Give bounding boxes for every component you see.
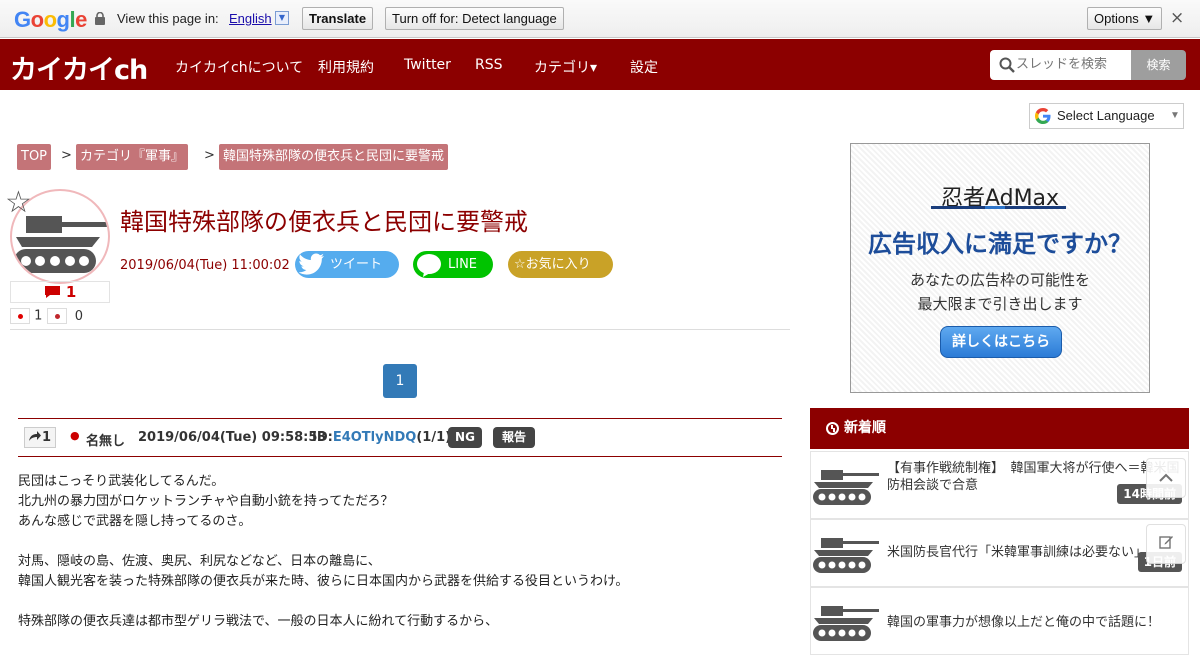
nav-about[interactable]: カイカイchについて [175, 57, 303, 77]
ad-subtext-line2: 最大限まで引き出します [917, 295, 1083, 313]
google-g-icon [1035, 108, 1051, 124]
post-id-block: ID:E4OTlyNDQ(1/1) [312, 430, 451, 445]
new-threads-heading-label: 新着順 [844, 420, 886, 436]
google-logo: Google [14, 7, 87, 33]
turn-off-button[interactable]: Turn off for: Detect language [385, 7, 564, 30]
sidebar-thread-title: 韓国の軍事力が想像以上だと俺の中で話題に！ [887, 615, 1161, 630]
compose-button[interactable] [1146, 524, 1186, 564]
google-logo-letter: g [56, 7, 70, 32]
post-header: 1 ● 名無し 2019/06/04(Tue) 09:58:53 ID:E4OT… [18, 418, 782, 457]
line-button[interactable]: LINE [413, 251, 493, 278]
line-icon [417, 254, 441, 277]
post-dot-icon: ● [70, 429, 80, 442]
pagination-current-page[interactable]: 1 [383, 364, 417, 398]
post-id-count: (1/1) [416, 430, 452, 445]
comment-count-value: 1 [65, 283, 77, 301]
post-id-label: ID: [312, 430, 333, 445]
tank-icon [813, 606, 879, 641]
select-language-dropdown[interactable]: Select Language ▼ [1029, 103, 1184, 129]
breadcrumb-category[interactable]: カテゴリ『軍事』 [76, 144, 189, 170]
post-line: 特殊部隊の便衣兵達は都市型ゲリラ戦法で、一般の日本人に紛れて行動するから、 [18, 614, 499, 629]
tank-icon [813, 538, 879, 573]
search-icon [999, 57, 1015, 73]
japan-flag-icon [10, 308, 30, 324]
breadcrumb-separator: > [61, 148, 72, 163]
post-date: 2019/06/04(Tue) 09:58:53 [138, 430, 327, 445]
comment-icon [44, 286, 60, 298]
view-page-in-label: View this page in: [117, 11, 219, 26]
tweet-label: ツイート [330, 257, 383, 272]
ad-headline: 広告収入に満足ですか？ [868, 230, 1132, 258]
options-button[interactable]: Options ▼ [1087, 7, 1163, 30]
sidebar-thread-item[interactable]: 【有事作戦統制権】 韓国軍大将が行使へ＝韓米国防相会談で合意 14時間前 [810, 451, 1189, 519]
nav-rss[interactable]: RSS [475, 57, 503, 73]
comment-count: 1 [10, 281, 110, 303]
tank-icon [813, 470, 879, 505]
language-link[interactable]: English [229, 11, 272, 26]
ad-subtext: あなたの広告枠の可能性を 最大限まで引き出します [851, 268, 1149, 316]
post-number: 1 [42, 430, 52, 445]
select-language-label: Select Language [1057, 108, 1155, 123]
sidebar-thread-item[interactable]: 韓国の軍事力が想像以上だと俺の中で話題に！ [810, 587, 1189, 655]
thread-date: 2019/06/04(Tue) 11:00:02 [120, 258, 290, 273]
post-line: 北九州の暴力団がロケットランチャや自動小銃を持ってただろ？ [18, 494, 394, 509]
search-input[interactable] [1016, 57, 1126, 72]
favorite-button[interactable]: ☆お気に入り [508, 251, 613, 278]
twitter-bird-icon [299, 253, 324, 275]
poster-name: 名無し [86, 434, 126, 449]
edit-icon [1158, 536, 1173, 549]
post-line: 対馬、隠岐の島、佐渡、奥尻、利尻などなど、日本の離島に、 [18, 554, 381, 569]
site-logo[interactable]: カイカイch [10, 48, 148, 87]
sidebar-thread-item[interactable]: 米国防長官代行「米韓軍事訓練は必要ない」 1日前 [810, 519, 1189, 587]
lock-icon [95, 12, 105, 25]
report-button[interactable]: 報告 [493, 427, 535, 448]
advertisement[interactable]: 忍者AdMax 広告収入に満足ですか？ あなたの広告枠の可能性を 最大限まで引き… [850, 143, 1150, 393]
breadcrumb-top[interactable]: TOP [17, 144, 52, 170]
language-dropdown-icon[interactable]: ▼ [275, 11, 289, 25]
post-line: 民団はこっそり武装化してるんだ。 [18, 474, 225, 489]
country-flags: 1 0 [10, 308, 83, 324]
ad-cta-button[interactable]: 詳しくはこちら [940, 326, 1062, 358]
chevron-down-icon: ▼ [1170, 110, 1180, 121]
ad-brand-underline [931, 206, 1066, 209]
scroll-top-button[interactable] [1146, 458, 1186, 498]
post-line: あんな感じで武器を隠し持ってるのさ。 [18, 514, 252, 529]
tweet-button[interactable]: ツイート [295, 251, 399, 278]
nav-terms[interactable]: 利用規約 [318, 57, 374, 77]
divider [10, 329, 790, 330]
reply-arrow-icon [29, 431, 41, 441]
nav-settings[interactable]: 設定 [630, 57, 658, 77]
reply-button[interactable]: 1 [24, 427, 56, 448]
new-threads-heading: 新着順 [810, 408, 1189, 449]
google-logo-letter: e [75, 7, 87, 32]
korea-flag-icon [46, 308, 67, 324]
thread-title: 韓国特殊部隊の便衣兵と民団に要警戒 [120, 208, 528, 236]
search-box [990, 50, 1131, 80]
translate-bar: Google View this page in: English ▼ Tran… [0, 0, 1200, 38]
translate-button[interactable]: Translate [302, 7, 374, 30]
ng-button[interactable]: NG [448, 427, 482, 448]
search-button[interactable]: 検索 [1131, 50, 1186, 80]
nav-category[interactable]: カテゴリ▾ [534, 57, 597, 77]
post-body: 民団はこっそり武装化してるんだ。 北九州の暴力団がロケットランチャや自動小銃を持… [18, 472, 788, 632]
nav-twitter[interactable]: Twitter [404, 57, 451, 73]
chevron-up-icon [1159, 473, 1173, 482]
google-logo-letter: o [43, 7, 57, 32]
breadcrumb-separator: > [204, 148, 215, 163]
google-logo-letter: G [14, 7, 31, 32]
korea-count: 0 [74, 308, 83, 324]
post-line [18, 532, 788, 552]
post-id-link[interactable]: E4OTlyNDQ [333, 430, 417, 445]
site-header: カイカイch カイカイchについて 利用規約 Twitter RSS カテゴリ▾… [0, 39, 1200, 90]
post-line [18, 592, 788, 612]
star-icon[interactable]: ☆ [5, 185, 32, 220]
post-line: 韓国人観光客を装った特殊部隊の便衣兵が来た時、彼らに日本国内から武器を供給する役… [18, 574, 629, 589]
ad-subtext-line1: あなたの広告枠の可能性を [909, 271, 1090, 289]
close-icon[interactable]: × [1170, 8, 1184, 28]
clock-icon [826, 422, 839, 435]
google-logo-letter: o [30, 7, 44, 32]
line-label: LINE [448, 257, 478, 272]
japan-count: 1 [34, 308, 43, 324]
breadcrumb-current[interactable]: 韓国特殊部隊の便衣兵と民団に要警戒 [219, 144, 449, 170]
